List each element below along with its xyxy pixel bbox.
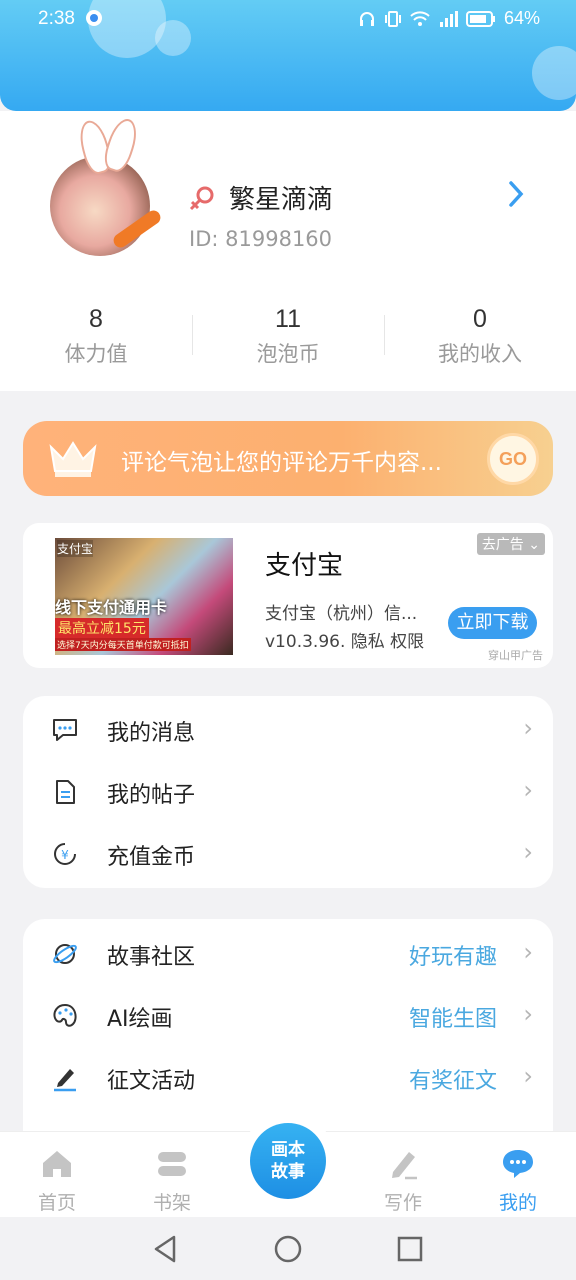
tab-picture-story[interactable]: 画本 故事 [250, 1123, 326, 1199]
chevron-right-icon: › [523, 776, 533, 804]
back-icon[interactable] [146, 1231, 186, 1267]
menu-item-recharge-coins[interactable]: ¥ 充值金币 › [23, 823, 553, 885]
chat-bubble-icon [503, 1150, 533, 1178]
female-gender-icon [189, 186, 214, 211]
bookshelf-icon [158, 1152, 186, 1176]
battery-level: 64% [503, 8, 540, 28]
wifi-icon [410, 10, 430, 26]
menu-item-my-messages[interactable]: 我的消息 › [23, 699, 553, 761]
planet-icon [53, 944, 77, 964]
chevron-right-icon: › [523, 838, 533, 866]
stats-row: 8 体力值 11 泡泡币 0 我的收入 [0, 305, 576, 375]
comment-bubble-promo-banner[interactable]: 评论气泡让您的评论万千内容... GO [23, 421, 553, 496]
stat-stamina[interactable]: 8 体力值 [0, 305, 192, 375]
message-icon [53, 719, 77, 741]
ad-source-label: 穿山甲广告 [488, 649, 543, 662]
menu-item-my-posts[interactable]: 我的帖子 › [23, 761, 553, 823]
chevron-right-icon: › [523, 1062, 533, 1090]
avatar[interactable] [50, 115, 164, 256]
battery-icon [465, 10, 495, 27]
svg-text:¥: ¥ [61, 848, 69, 862]
chevron-right-icon: › [523, 1000, 533, 1028]
app-notification-icon [86, 10, 102, 26]
status-bar: 2:38 64% [0, 0, 576, 38]
menu-item-story-community[interactable]: 故事社区 好玩有趣 › [23, 923, 553, 985]
tab-write[interactable]: 写作 [363, 1140, 443, 1215]
cellular-signal-icon [439, 10, 458, 27]
headphones-icon [359, 11, 374, 26]
system-navigation-bar [0, 1217, 576, 1280]
promo-text: 评论气泡让您的评论万千内容... [121, 450, 442, 476]
home-icon [43, 1151, 71, 1177]
crown-icon [49, 441, 97, 477]
personal-menu-card: 我的消息 › 我的帖子 › ¥ 充值金币 › [23, 696, 553, 888]
document-icon [56, 780, 75, 804]
ad-card[interactable]: 支付宝 线下支付通用卡 最高立减15元 选择7天内分每天首单付款可抵扣 支付宝 … [23, 523, 553, 668]
pen-icon [54, 1069, 76, 1092]
status-time: 2:38 [38, 8, 75, 29]
vibrate-icon [384, 10, 401, 27]
tab-bookshelf[interactable]: 书架 [132, 1140, 212, 1215]
chevron-right-icon: › [523, 714, 533, 742]
menu-item-ai-painting[interactable]: AI绘画 智能生图 › [23, 985, 553, 1047]
go-button[interactable]: GO [487, 433, 539, 485]
profile-chevron-right-icon[interactable] [506, 179, 526, 209]
stat-income[interactable]: 0 我的收入 [384, 305, 576, 375]
write-pencil-icon [392, 1152, 417, 1180]
tab-mine[interactable]: 我的 [478, 1140, 558, 1215]
nickname: 繁星滴滴 [229, 185, 334, 215]
ad-title: 支付宝 [265, 551, 344, 581]
home-circle-icon[interactable] [268, 1231, 308, 1267]
ad-image[interactable]: 支付宝 线下支付通用卡 最高立减15元 选择7天内分每天首单付款可抵扣 [55, 538, 233, 655]
stat-bubble-coins[interactable]: 11 泡泡币 [192, 305, 384, 375]
profile-section: 繁星滴滴 ID: 81998160 8 体力值 11 泡泡币 0 我的收入 [0, 111, 576, 391]
recent-apps-icon[interactable] [390, 1231, 430, 1267]
palette-icon [53, 1003, 77, 1027]
ad-company: 支付宝（杭州）信... [265, 604, 418, 624]
user-id: ID: 81998160 [189, 227, 333, 251]
yen-coin-icon: ¥ [54, 843, 76, 865]
download-now-button[interactable]: 立即下载 [448, 607, 537, 639]
tab-home[interactable]: 首页 [17, 1140, 97, 1215]
menu-item-writing-contest[interactable]: 征文活动 有奖征文 › [23, 1047, 553, 1109]
remove-ad-button[interactable]: 去广告 ⌄ [476, 533, 545, 555]
ad-version-info[interactable]: v10.3.96. 隐私 权限 [265, 627, 424, 652]
chevron-right-icon: › [523, 938, 533, 966]
